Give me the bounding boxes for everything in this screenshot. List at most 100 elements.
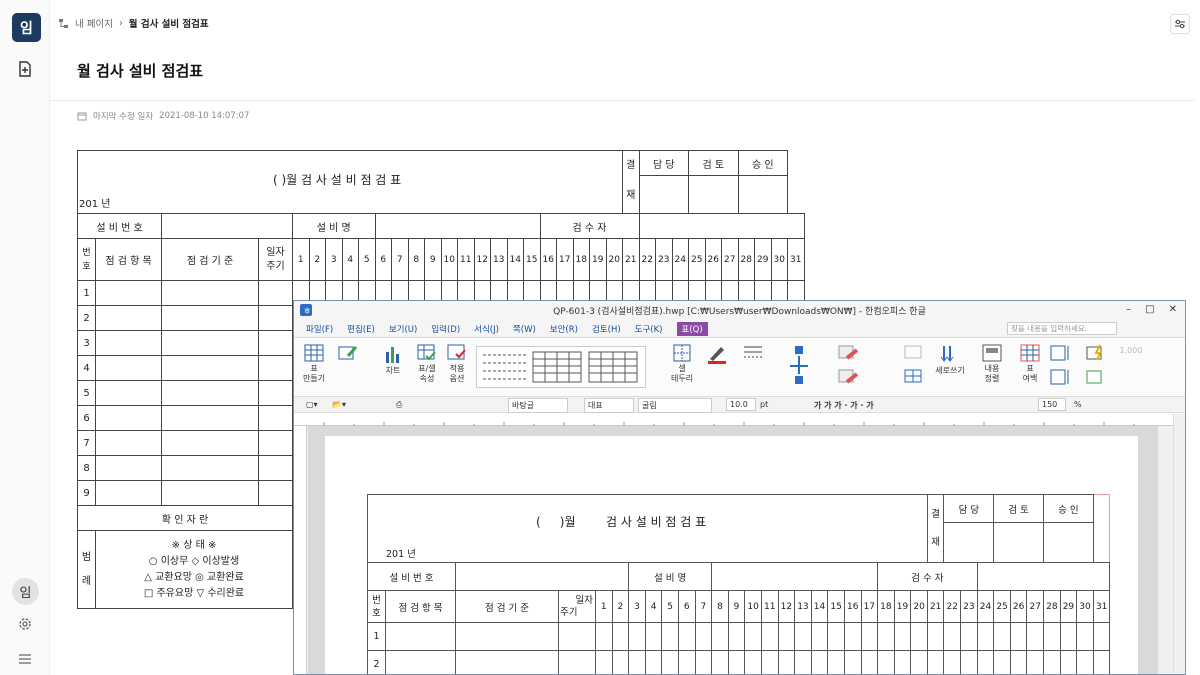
hwp-table-cell[interactable]	[777, 650, 796, 674]
formula-button[interactable]	[1082, 344, 1110, 388]
font-size-input[interactable]: 10.0	[726, 398, 756, 411]
style-select[interactable]: 바탕글	[508, 398, 568, 413]
hwp-table-cell[interactable]	[976, 650, 995, 674]
hwp-title-cell[interactable]: ( )월 검 사 설 비 점 검 표 201 년	[367, 494, 928, 563]
hwp-table-cell[interactable]	[860, 622, 879, 651]
hwp-inspector-value[interactable]	[976, 562, 1111, 591]
hwp-table-cell[interactable]	[1026, 622, 1045, 651]
vertical-ruler[interactable]	[294, 426, 307, 674]
table-cell[interactable]	[258, 380, 293, 406]
new-doc-icon[interactable]: ▢▾	[306, 400, 318, 409]
hwp-table[interactable]: ( )월 검 사 설 비 점 검 표 201 년 결재 담 당 검 토 승 인 …	[367, 494, 1111, 674]
hwp-table-cell[interactable]	[385, 650, 456, 674]
hwp-table-cell[interactable]	[827, 622, 845, 651]
hwp-table-cell[interactable]	[943, 650, 962, 674]
hwp-sign-1[interactable]	[943, 522, 995, 563]
table-cell[interactable]	[161, 305, 259, 331]
hwp-table-cell[interactable]	[711, 622, 729, 651]
hwp-table-cell[interactable]	[976, 622, 995, 651]
hwp-menu-item[interactable]: 입력(D)	[431, 323, 460, 335]
vertical-scrollbar[interactable]	[1173, 414, 1185, 674]
hwp-table-cell[interactable]	[926, 650, 945, 674]
table-cell[interactable]	[95, 330, 162, 356]
hwp-table-cell[interactable]	[910, 650, 928, 674]
hwp-table-cell[interactable]	[628, 650, 646, 674]
table-cell[interactable]	[161, 355, 259, 381]
hwp-search-input[interactable]: 찾을 내용을 입력하세요.	[1007, 322, 1117, 335]
hwp-menu-item[interactable]: 검토(H)	[592, 323, 621, 335]
bold-button[interactable]: 가 가 가 · 가 · 가	[814, 400, 874, 411]
table-cell[interactable]	[161, 405, 259, 431]
hwp-table-cell[interactable]	[677, 650, 696, 674]
hwp-table-cell[interactable]	[1009, 622, 1028, 651]
table-cell[interactable]	[161, 380, 259, 406]
pen-color-button[interactable]	[702, 344, 732, 366]
table-cell[interactable]	[258, 355, 293, 381]
hwp-menu-item[interactable]: 도구(K)	[635, 323, 663, 335]
hwp-table-cell[interactable]	[611, 650, 630, 674]
table-cell[interactable]	[95, 355, 162, 381]
table-cell[interactable]	[95, 430, 162, 456]
page-settings-button[interactable]	[1170, 14, 1190, 34]
hwp-table-cell[interactable]	[877, 622, 895, 651]
equip-name-value[interactable]	[374, 213, 541, 239]
table-cell[interactable]	[258, 280, 293, 306]
table-cell[interactable]	[258, 405, 293, 431]
hwp-table-cell[interactable]	[843, 650, 862, 674]
hwp-table-cell[interactable]	[960, 622, 978, 651]
breadcrumb-current[interactable]: 월 검사 설비 점검표	[129, 16, 209, 30]
workspace-logo[interactable]: 임	[12, 13, 41, 42]
cell-border-button[interactable]: 셀 테두리	[666, 344, 698, 384]
hwp-equip-no-value[interactable]	[454, 562, 630, 591]
table-cell[interactable]	[258, 455, 293, 481]
approver-3-sign[interactable]	[737, 175, 788, 214]
hwp-table-cell[interactable]	[661, 650, 679, 674]
hwp-table-cell[interactable]	[893, 622, 912, 651]
table-cell[interactable]	[258, 330, 293, 356]
close-button[interactable]: ✕	[1169, 304, 1177, 315]
table-cell[interactable]	[258, 305, 293, 331]
hwp-table-cell[interactable]	[926, 622, 945, 651]
hwp-table-cell[interactable]	[843, 622, 862, 651]
hwp-table-cell[interactable]	[727, 650, 746, 674]
hwp-table-cell[interactable]	[711, 650, 729, 674]
row-height-button[interactable]	[1048, 344, 1072, 388]
hwp-table-cell[interactable]	[694, 650, 713, 674]
table-style-gallery[interactable]	[476, 346, 646, 388]
table-cell[interactable]	[95, 455, 162, 481]
hwp-titlebar[interactable]: ㅎ QP-601-3 (검사설비점검표).hwp [C:₩Users₩user₩…	[294, 301, 1185, 320]
new-page-icon[interactable]	[16, 60, 36, 80]
avatar[interactable]: 임	[12, 578, 39, 605]
hwp-table-cell[interactable]	[827, 650, 845, 674]
table-cell[interactable]	[161, 280, 259, 306]
hwp-table-cell[interactable]	[694, 622, 713, 651]
menu-icon[interactable]	[17, 650, 33, 669]
table-cell[interactable]	[95, 305, 162, 331]
hwp-table-cell[interactable]	[910, 622, 928, 651]
hwp-table-cell[interactable]	[860, 650, 879, 674]
hwp-table-cell[interactable]	[777, 622, 796, 651]
hwp-table-cell[interactable]	[960, 650, 978, 674]
cell-insert-button[interactable]	[784, 344, 814, 388]
inspector-value[interactable]	[638, 213, 805, 239]
hwp-table-cell[interactable]	[744, 650, 762, 674]
apply-option-button[interactable]: 적용 옵션	[442, 344, 472, 384]
cell-merge-button[interactable]	[834, 344, 864, 388]
table-cell[interactable]	[95, 280, 162, 306]
hwp-sign-2[interactable]	[993, 522, 1045, 563]
table-cell[interactable]	[258, 480, 293, 506]
hwp-menu-item[interactable]: 보안(R)	[550, 323, 578, 335]
chart-button[interactable]: 차트	[378, 344, 408, 376]
hwp-table-cell[interactable]	[1092, 622, 1111, 651]
hwp-table-cell[interactable]	[661, 622, 679, 651]
table-make-button[interactable]: 표 만들기	[300, 344, 328, 384]
hwp-table-cell[interactable]	[611, 622, 630, 651]
hwp-table-cell[interactable]	[595, 650, 613, 674]
hwp-table-cell[interactable]	[1043, 622, 1061, 651]
cell-format-button[interactable]	[334, 344, 362, 364]
table-cell[interactable]	[95, 405, 162, 431]
split-cell-button[interactable]	[898, 344, 928, 388]
hwp-equip-name-value[interactable]	[711, 562, 879, 591]
lang-select[interactable]: 대표	[584, 398, 634, 413]
table-margin-button[interactable]: 표 여백	[1014, 344, 1046, 384]
